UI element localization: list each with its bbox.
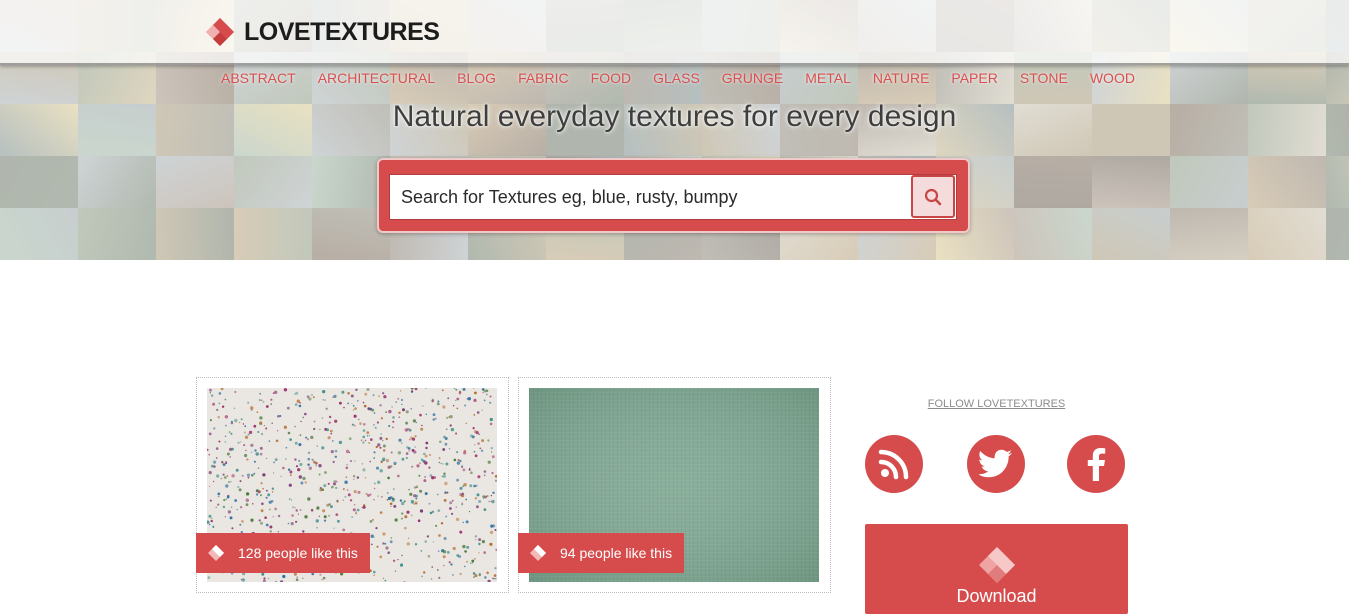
tagline: Natural everyday textures for every desi…: [392, 100, 957, 133]
nav-item-glass[interactable]: GLASS: [653, 68, 700, 88]
nav-item-metal[interactable]: METAL: [805, 68, 851, 88]
category-nav: ABSTRACT ARCHITECTURAL BLOG FABRIC FOOD …: [221, 68, 1157, 88]
search-bar: [377, 158, 970, 233]
twitter-button[interactable]: [967, 435, 1025, 493]
like-badge[interactable]: 128 people like this: [196, 533, 370, 573]
search-input[interactable]: [389, 174, 957, 220]
heart-icon: [204, 541, 228, 565]
logo[interactable]: LOVETEXTURES: [202, 14, 440, 50]
like-count-text: 128 people like this: [238, 545, 358, 561]
search-icon: [924, 188, 942, 205]
heart-logo-icon: [979, 547, 1015, 583]
nav-item-food[interactable]: FOOD: [591, 68, 631, 88]
nav-item-abstract[interactable]: ABSTRACT: [221, 68, 296, 88]
nav-item-blog[interactable]: BLOG: [457, 68, 496, 88]
search-button[interactable]: [911, 175, 955, 218]
rss-button[interactable]: [865, 435, 923, 493]
facebook-button[interactable]: [1067, 435, 1125, 493]
top-bar: LOVETEXTURES: [0, 0, 1349, 65]
nav-item-fabric[interactable]: FABRIC: [518, 68, 569, 88]
facebook-icon: [1087, 448, 1106, 481]
rss-icon: [878, 449, 909, 480]
download-label: Download: [956, 586, 1037, 606]
logo-text: LOVETEXTURES: [244, 17, 440, 46]
texture-card[interactable]: 128 people like this: [196, 377, 509, 593]
nav-item-grunge[interactable]: GRUNGE: [722, 68, 783, 88]
twitter-icon: [979, 449, 1012, 478]
nav-item-wood[interactable]: WOOD: [1090, 68, 1135, 88]
nav-item-nature[interactable]: NATURE: [873, 68, 930, 88]
texture-card[interactable]: 94 people like this: [518, 377, 831, 593]
like-count-text: 94 people like this: [560, 545, 673, 561]
hero-banner: LOVETEXTURES ABSTRACT ARCHITECTURAL BLOG…: [0, 0, 1349, 260]
heart-icon: [526, 541, 550, 565]
like-badge[interactable]: 94 people like this: [518, 533, 685, 573]
follow-link[interactable]: FOLLOW LOVETEXTURES: [865, 398, 1128, 410]
download-button[interactable]: Download: [865, 524, 1128, 614]
heart-logo-icon: [202, 14, 238, 50]
nav-item-stone[interactable]: STONE: [1020, 68, 1068, 88]
nav-item-architectural[interactable]: ARCHITECTURAL: [318, 68, 435, 88]
nav-item-paper[interactable]: PAPER: [951, 68, 997, 88]
